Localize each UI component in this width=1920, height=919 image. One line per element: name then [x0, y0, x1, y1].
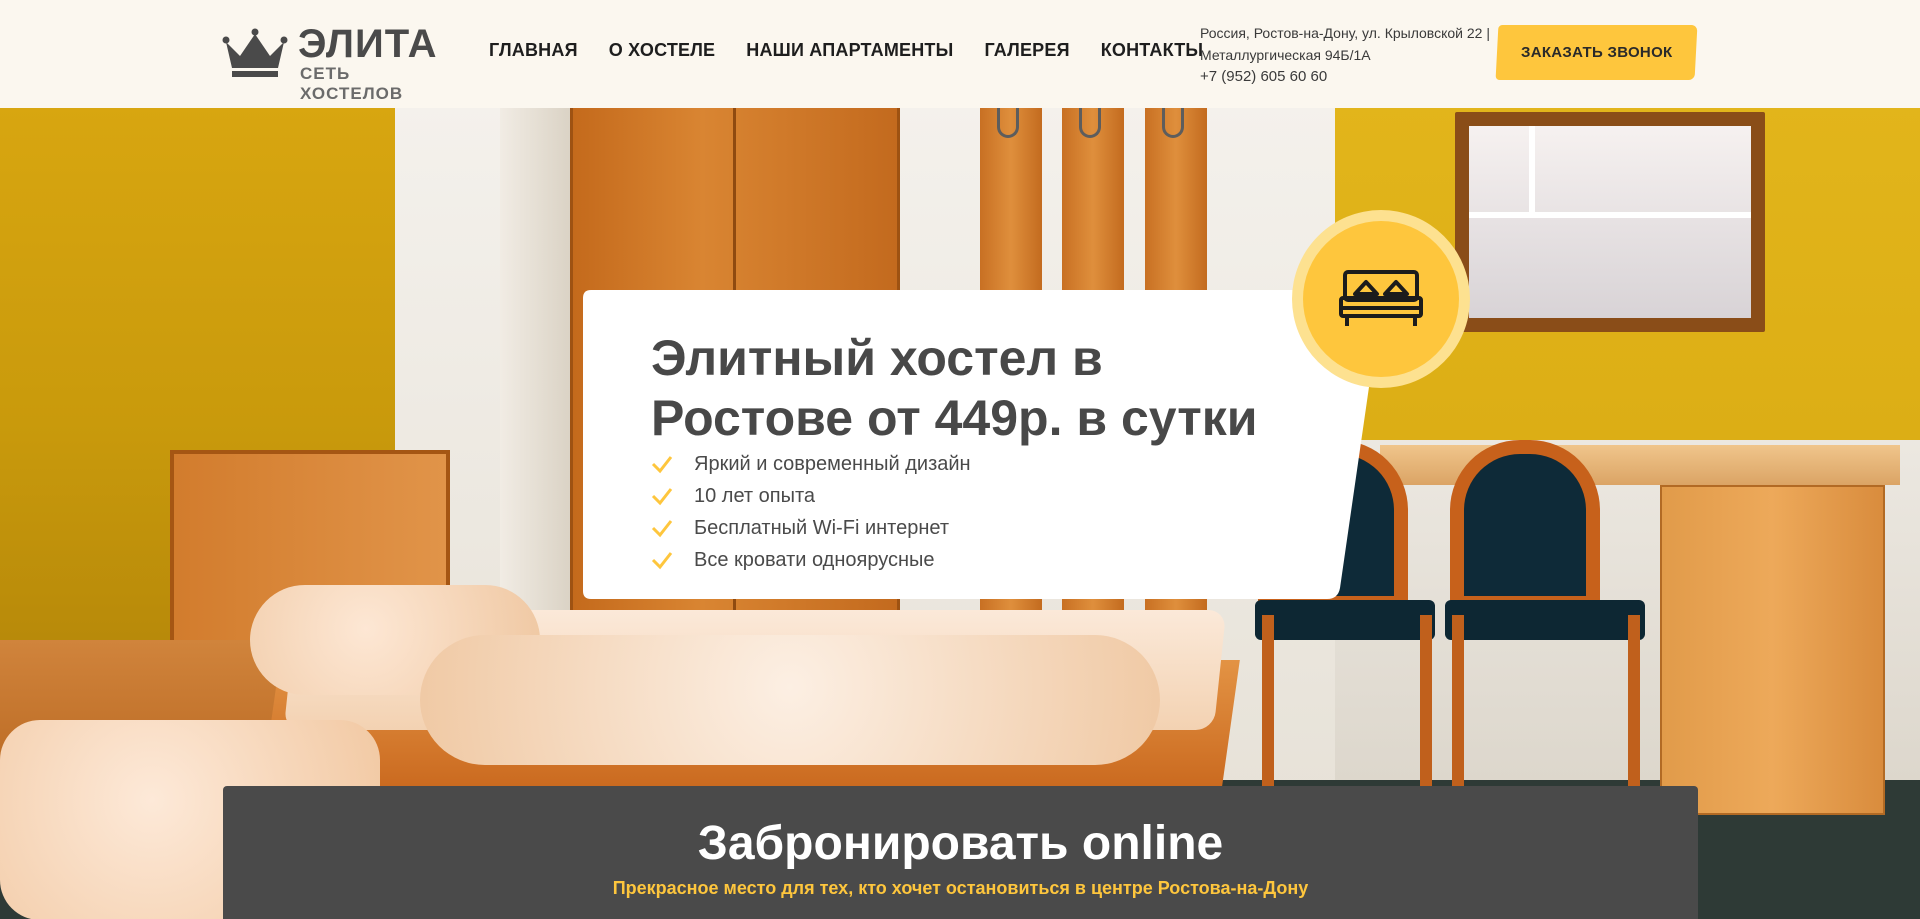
check-icon [651, 520, 673, 538]
check-icon [651, 552, 673, 570]
nav-item-about[interactable]: О ХОСТЕЛЕ [609, 40, 716, 61]
chair [1450, 440, 1600, 610]
nav-item-home[interactable]: ГЛАВНАЯ [489, 40, 578, 61]
bed-badge [1292, 210, 1470, 388]
address-line-1: Россия, Ростов-на-Дону, ул. Крыловской 2… [1200, 25, 1490, 41]
feature-text: 10 лет опыта [694, 484, 816, 507]
crown-icon [222, 28, 288, 77]
nav-item-apartments[interactable]: НАШИ АПАРТАМЕНТЫ [746, 40, 953, 61]
feature-text: Яркий и современный дизайн [694, 452, 971, 475]
feature-text: Бесплатный Wi-Fi интернет [694, 516, 949, 539]
main-nav: ГЛАВНАЯ О ХОСТЕЛЕ НАШИ АПАРТАМЕНТЫ ГАЛЕР… [489, 40, 1203, 61]
booking-title: Забронировать online [697, 817, 1224, 870]
cabinet [1660, 485, 1885, 815]
coat-hook-icon [997, 108, 1019, 138]
logo-subtitle: СЕТЬ ХОСТЕЛОВ [300, 64, 404, 103]
wardrobe-side [500, 80, 575, 640]
feature-item: Бесплатный Wi-Fi интернет [651, 512, 971, 544]
window [1455, 112, 1765, 332]
feature-item: 10 лет опыта [651, 480, 971, 512]
logo[interactable]: ЭЛИТА СЕТЬ ХОСТЕЛОВ [220, 22, 455, 103]
nav-item-contacts[interactable]: КОНТАКТЫ [1101, 40, 1204, 61]
hero-title-line-2: Ростове от 449р. в сутки [651, 390, 1258, 446]
booking-subtitle: Прекрасное место для тех, кто хочет оста… [612, 878, 1309, 898]
callback-button[interactable]: ЗАКАЗАТЬ ЗВОНОК [1495, 25, 1698, 80]
booking-section: Забронировать online Прекрасное место дл… [223, 786, 1698, 919]
hero-title: Элитный хостел в Ростове от 449р. в сутк… [651, 328, 1341, 448]
feature-text: Все кровати одноярусные [694, 548, 935, 571]
address-line-2: Металлургическая 94Б/1А [1200, 47, 1371, 63]
logo-title: ЭЛИТА [298, 22, 438, 66]
check-icon [651, 456, 673, 474]
feature-item: Яркий и современный дизайн [651, 448, 971, 480]
feature-list: Яркий и современный дизайн 10 лет опыта … [651, 448, 971, 576]
duvet [420, 635, 1160, 765]
coat-hook-icon [1079, 108, 1101, 138]
check-icon [651, 488, 673, 506]
callback-button-label: ЗАКАЗАТЬ ЗВОНОК [1520, 44, 1673, 61]
feature-item: Все кровати одноярусные [651, 544, 971, 576]
phone-number[interactable]: +7 (952) 605 60 60 [1200, 66, 1500, 88]
hero-title-line-1: Элитный хостел в [651, 330, 1103, 386]
header-contacts: Россия, Ростов-на-Дону, ул. Крыловской 2… [1200, 22, 1500, 88]
coat-hook-icon [1162, 108, 1184, 138]
hero-card: Элитный хостел в Ростове от 449р. в сутк… [583, 290, 1383, 599]
nav-item-gallery[interactable]: ГАЛЕРЕЯ [984, 40, 1069, 61]
site-header: ЭЛИТА СЕТЬ ХОСТЕЛОВ ГЛАВНАЯ О ХОСТЕЛЕ НА… [0, 0, 1920, 108]
bed-icon [1339, 270, 1423, 326]
